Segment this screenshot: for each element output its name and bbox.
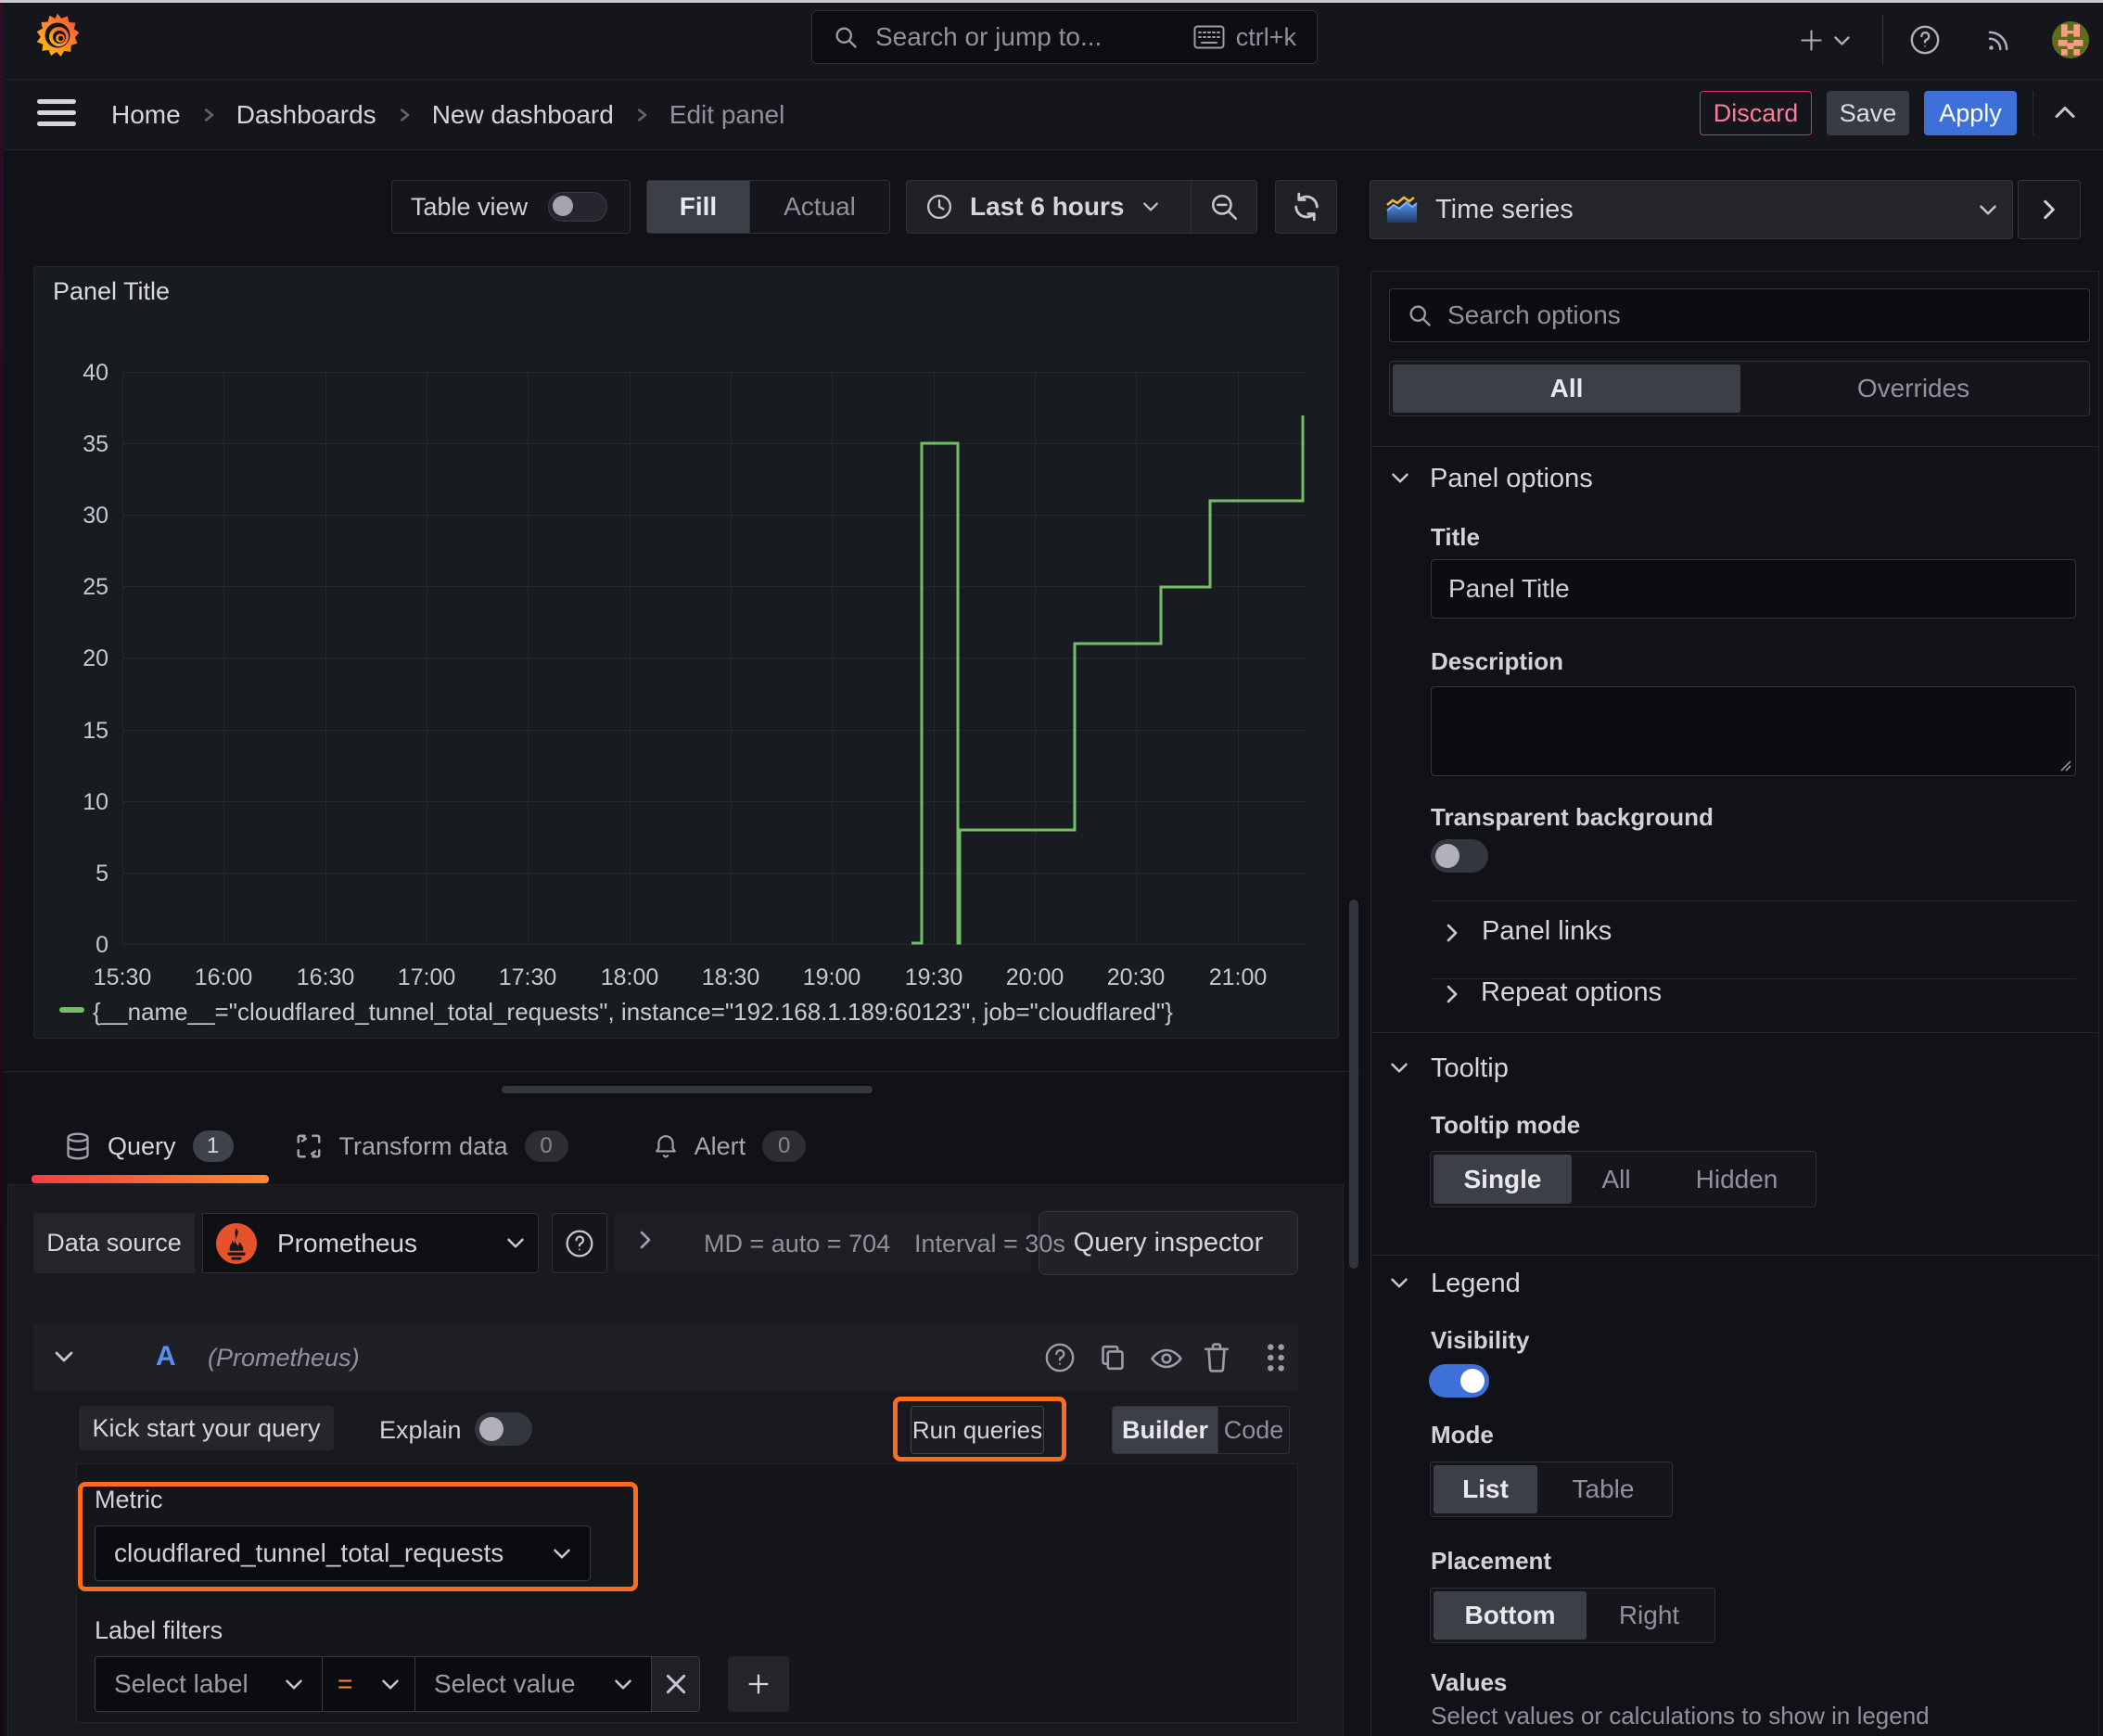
svg-text:21:00: 21:00: [1209, 964, 1268, 990]
svg-text:18:00: 18:00: [601, 964, 659, 990]
svg-text:20:00: 20:00: [1006, 964, 1064, 990]
svg-text:20: 20: [83, 645, 108, 671]
svg-text:5: 5: [96, 861, 108, 887]
svg-text:40: 40: [83, 360, 108, 386]
svg-text:19:00: 19:00: [803, 964, 861, 990]
svg-text:15:30: 15:30: [94, 964, 152, 990]
svg-text:15: 15: [83, 718, 108, 744]
svg-text:10: 10: [83, 789, 108, 815]
svg-text:16:00: 16:00: [195, 964, 253, 990]
svg-text:0: 0: [96, 932, 108, 958]
svg-text:25: 25: [83, 574, 108, 600]
svg-text:17:00: 17:00: [398, 964, 456, 990]
svg-text:19:30: 19:30: [905, 964, 963, 990]
svg-text:35: 35: [83, 431, 108, 457]
svg-text:{__name__="cloudflared_tunnel_: {__name__="cloudflared_tunnel_total_requ…: [93, 998, 1173, 1026]
svg-text:30: 30: [83, 503, 108, 529]
svg-text:18:30: 18:30: [702, 964, 760, 990]
svg-text:20:30: 20:30: [1107, 964, 1166, 990]
svg-text:16:30: 16:30: [297, 964, 355, 990]
svg-text:17:30: 17:30: [499, 964, 557, 990]
